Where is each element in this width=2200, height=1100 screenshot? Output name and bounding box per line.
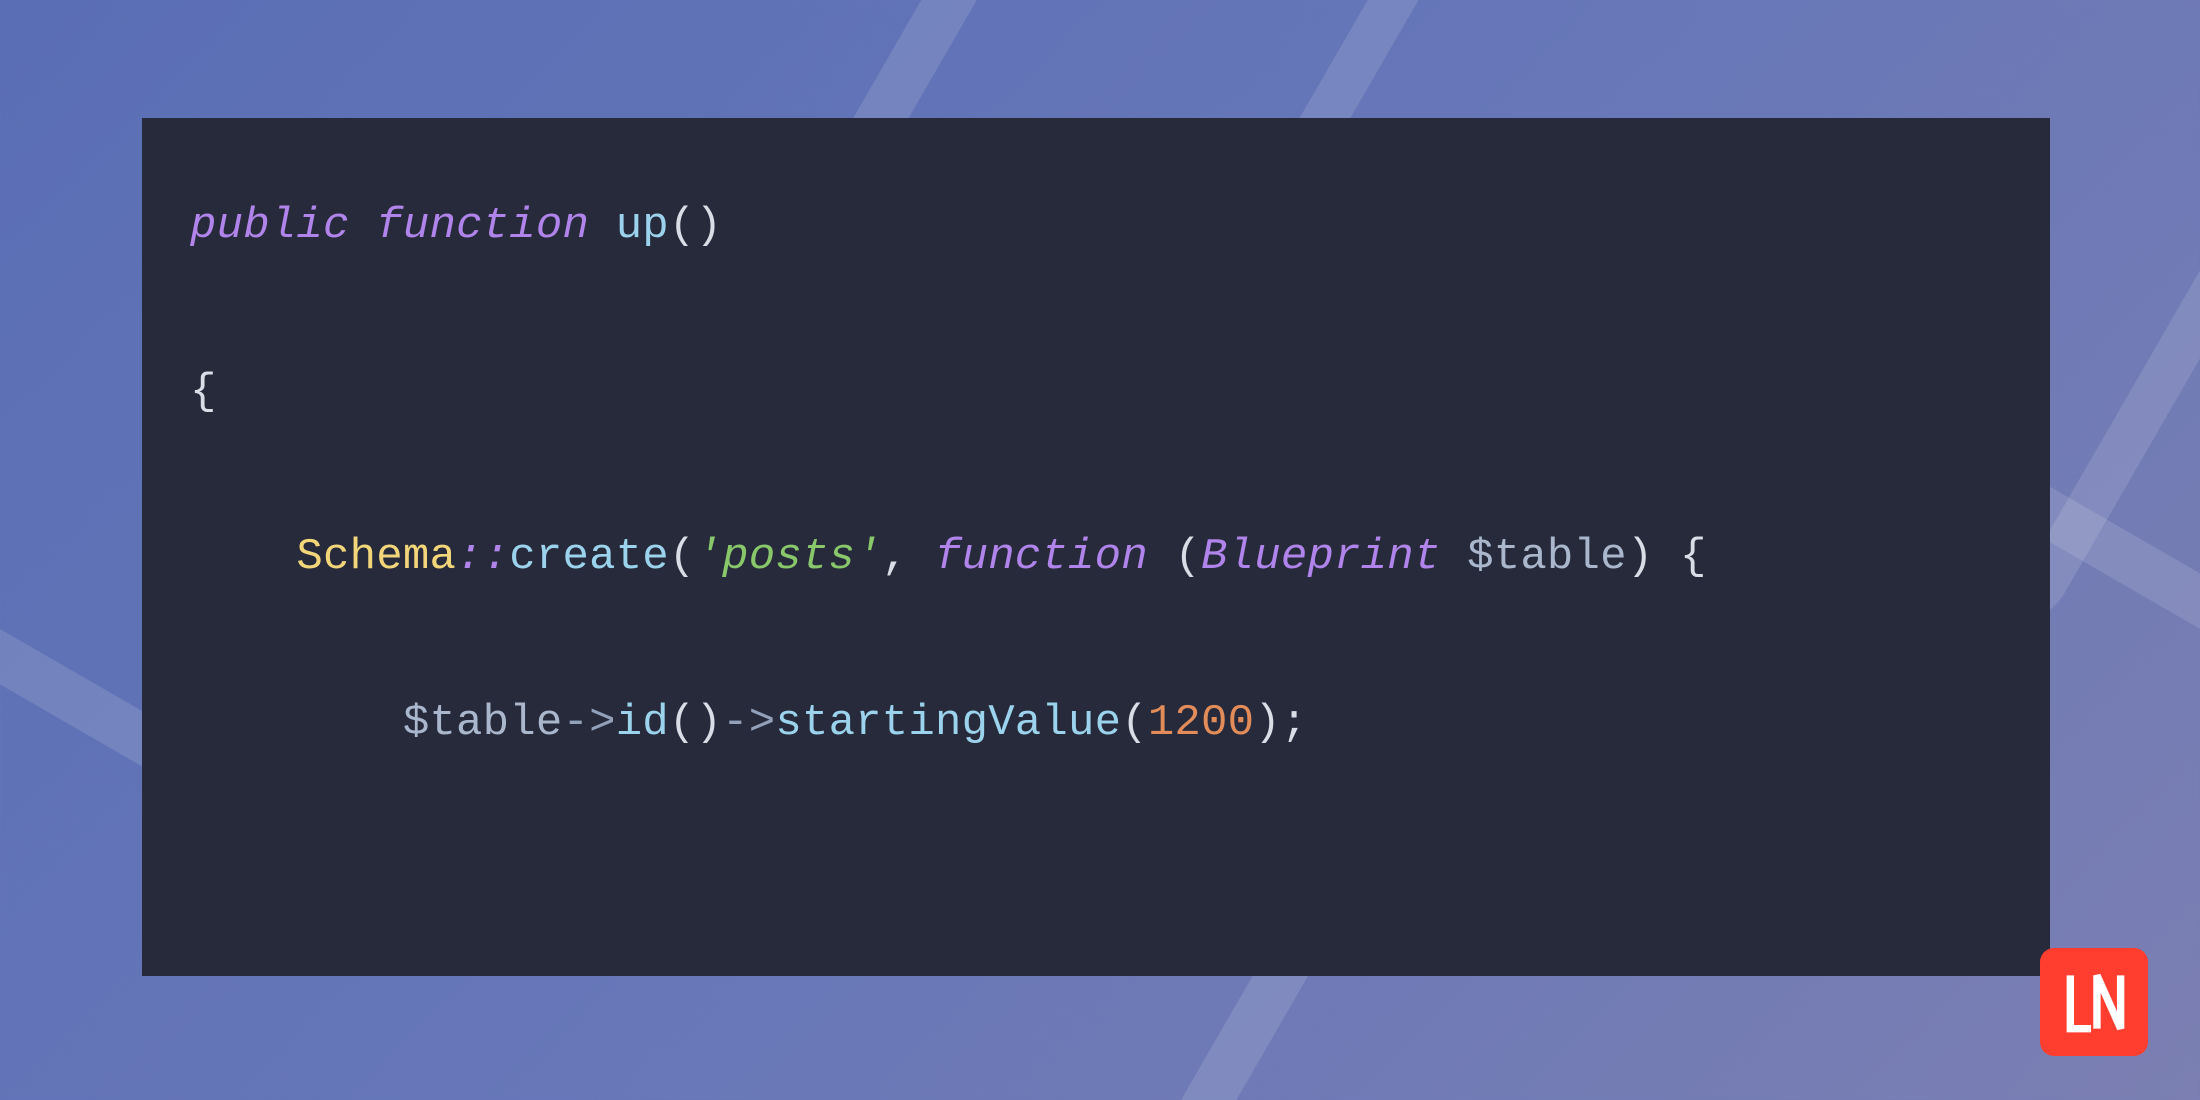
token-brace: { bbox=[190, 367, 217, 417]
token-keyword: function bbox=[376, 201, 589, 251]
token-comma: , bbox=[882, 532, 935, 582]
code-line-2: { bbox=[190, 362, 2002, 424]
token-variable: $table bbox=[1467, 532, 1627, 582]
token-arrow: -> bbox=[722, 698, 775, 748]
token-function-name: id bbox=[616, 698, 669, 748]
token-function-name: create bbox=[509, 532, 669, 582]
token-paren: ( bbox=[1174, 532, 1201, 582]
token-variable: $table bbox=[403, 698, 563, 748]
token-paren: ) bbox=[1254, 698, 1281, 748]
token-paren: ( bbox=[1121, 698, 1148, 748]
token-space bbox=[1441, 532, 1468, 582]
token-paren: ) bbox=[696, 698, 723, 748]
token-paren: ( bbox=[669, 201, 696, 251]
laravel-news-logo-badge bbox=[2040, 948, 2148, 1056]
token-paren: ) bbox=[696, 201, 723, 251]
token-paren: ( bbox=[669, 532, 696, 582]
ln-logo-icon bbox=[2057, 965, 2131, 1039]
token-paren: ) bbox=[1627, 532, 1654, 582]
token-function-name: up bbox=[616, 201, 669, 251]
token-arrow: -> bbox=[562, 698, 615, 748]
token-paren: ( bbox=[669, 698, 696, 748]
token-indent bbox=[190, 698, 403, 748]
token-semicolon: ; bbox=[1281, 698, 1308, 748]
token-space bbox=[1653, 532, 1680, 582]
token-scope-op: :: bbox=[456, 532, 509, 582]
token-function-name: startingValue bbox=[775, 698, 1121, 748]
code-line-3: Schema::create('posts', function (Bluepr… bbox=[190, 527, 2002, 589]
token-type: Blueprint bbox=[1201, 532, 1440, 582]
token-number: 1200 bbox=[1148, 698, 1254, 748]
token-string: 'posts' bbox=[696, 532, 882, 582]
token-class: Schema bbox=[296, 532, 456, 582]
token-indent bbox=[190, 532, 296, 582]
token-brace: { bbox=[1680, 532, 1707, 582]
code-block: public function up() { Schema::create('p… bbox=[142, 118, 2050, 976]
code-line-1: public function up() bbox=[190, 196, 2002, 258]
code-line-4: $table->id()->startingValue(1200); bbox=[190, 693, 2002, 755]
token-keyword: function bbox=[935, 532, 1148, 582]
token-keyword: public bbox=[190, 201, 350, 251]
token-space bbox=[1148, 532, 1175, 582]
